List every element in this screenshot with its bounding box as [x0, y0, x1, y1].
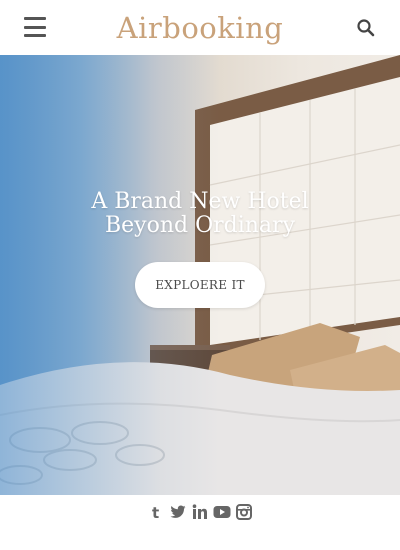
hero-headline: A Brand New Hotel Beyond Ordinary: [91, 189, 309, 238]
svg-text:t: t: [152, 504, 159, 520]
hero-banner: A Brand New Hotel Beyond Ordinary EXPLOE…: [0, 55, 400, 495]
youtube-icon[interactable]: [213, 503, 231, 521]
top-bar: Airbooking: [0, 0, 400, 55]
search-icon[interactable]: [356, 18, 376, 38]
instagram-icon[interactable]: [235, 503, 253, 521]
tumblr-icon[interactable]: t: [147, 503, 165, 521]
hamburger-menu-icon[interactable]: [24, 17, 46, 37]
footer: t: [0, 495, 400, 550]
explore-button[interactable]: EXPLOERE IT: [135, 262, 265, 308]
linkedin-icon[interactable]: [191, 503, 209, 521]
twitter-icon[interactable]: [169, 503, 187, 521]
social-links: t: [147, 503, 253, 521]
site-logo[interactable]: Airbooking: [117, 11, 284, 45]
hero-content: A Brand New Hotel Beyond Ordinary EXPLOE…: [0, 190, 400, 308]
